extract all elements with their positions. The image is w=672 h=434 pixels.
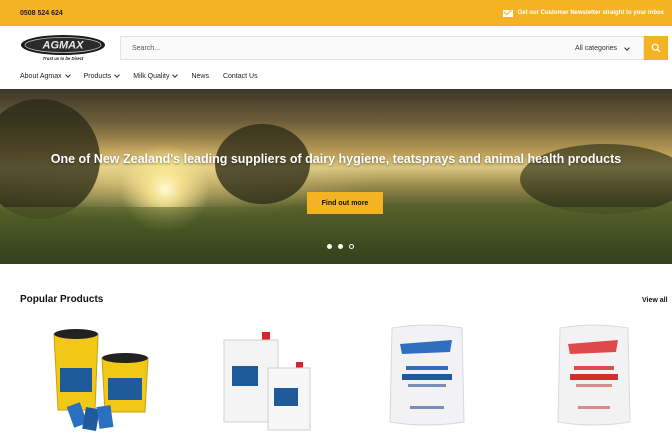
nav-label: Milk Quality [133,72,170,80]
nav-label: Contact Us [222,72,258,80]
red-label-sack-product-image[interactable] [554,322,634,434]
hero-headline: One of New Zealand's leading suppliers o… [50,152,622,166]
slide-dot[interactable] [327,244,332,249]
logo-tagline: Trust us to be Direct [43,56,84,61]
find-out-more-button[interactable]: Find out more [307,192,383,214]
blue-label-sack-product-image[interactable] [386,322,468,434]
yellow-buckets-product-image[interactable] [50,322,160,434]
slider-dots [327,244,354,249]
field-image [0,207,672,264]
nav-item-products[interactable]: Products [83,70,121,82]
search-button[interactable] [644,36,668,60]
search-bar[interactable]: Search... All categories [120,36,644,60]
category-select[interactable]: All categories [575,45,630,52]
top-bar: 0508 524 624 Get our Customer Newsletter… [0,0,672,26]
chevron-down-icon [64,72,71,78]
section-title: Popular Products [20,294,104,305]
newsletter-link[interactable]: Get our Customer Newsletter straight to … [502,9,664,17]
search-icon [651,43,661,53]
search-input[interactable]: Search... [132,45,160,52]
phone-number[interactable]: 0508 524 624 [20,10,63,17]
nav-label: Products [83,72,112,80]
nav-item-milk-quality[interactable]: Milk Quality [133,70,179,82]
chevron-down-icon [624,45,630,51]
category-select-label: All categories [575,45,618,52]
logo-text: AGMAX [42,40,85,52]
mail-icon [502,9,513,17]
nav-item-news[interactable]: News [191,70,209,82]
chevron-down-icon [172,72,179,78]
slide-dot[interactable] [349,244,354,249]
hero-banner: One of New Zealand's leading suppliers o… [0,89,672,264]
site-header: AGMAX Trust us to be Direct Search... Al… [0,26,672,68]
view-all-link[interactable]: View all [642,297,668,304]
newsletter-text: Get our Customer Newsletter straight to … [517,10,664,16]
nav-label: About Agmax [20,72,62,80]
nav-item-contact[interactable]: Contact Us [223,70,258,82]
nav-item-about[interactable]: About Agmax [20,70,71,82]
slide-dot-active[interactable] [338,244,343,249]
main-nav: About Agmax Products Milk Quality News C… [20,70,258,82]
white-jerry-cans-product-image[interactable] [218,322,318,434]
agmax-logo[interactable]: AGMAX Trust us to be Direct [20,34,106,62]
nav-label: News [191,72,209,80]
chevron-down-icon [114,72,121,78]
